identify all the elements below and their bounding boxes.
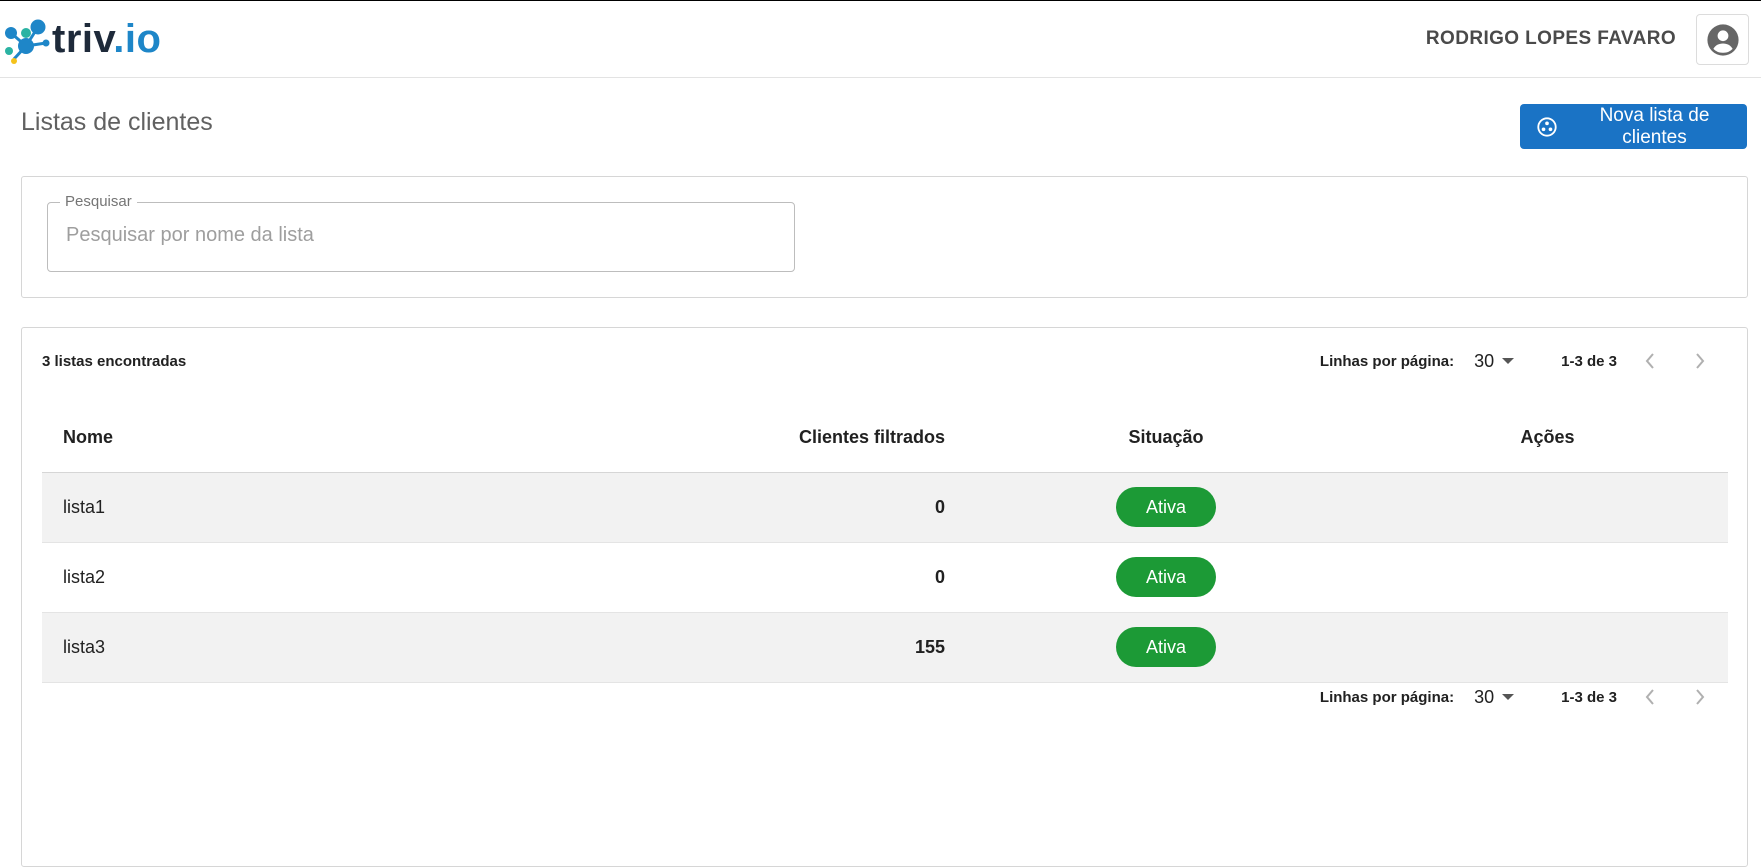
row-status-cell: Ativa: [965, 542, 1367, 613]
rows-per-page-label: Linhas por página:: [1319, 352, 1455, 370]
list-add-icon: [1536, 116, 1558, 138]
column-header-name[interactable]: Nome: [42, 403, 564, 473]
user-menu-button[interactable]: [1696, 14, 1749, 65]
chevron-left-icon: [1645, 353, 1654, 369]
search-card: Pesquisar: [21, 176, 1748, 298]
rows-per-page-label: Linhas por página:: [1319, 688, 1455, 706]
status-badge: Ativa: [1116, 557, 1216, 597]
column-header-status[interactable]: Situação: [965, 403, 1367, 473]
top-bar: triv.io RODRIGO LOPES FAVARO: [0, 0, 1761, 78]
prev-page-button[interactable]: [1633, 346, 1667, 376]
user-name: RODRIGO LOPES FAVARO: [1425, 28, 1676, 49]
page-title: Listas de clientes: [21, 108, 213, 136]
row-filtered-clients: 155: [564, 612, 965, 683]
search-input[interactable]: [64, 223, 768, 248]
row-status-cell: Ativa: [965, 612, 1367, 683]
row-filtered-clients: 0: [564, 542, 965, 613]
table-row[interactable]: lista2 0 Ativa: [42, 542, 1728, 613]
row-actions: [1367, 472, 1728, 543]
client-lists-table: Nome Clientes filtrados Situação Ações l…: [42, 403, 1728, 683]
row-name: lista3: [42, 612, 564, 683]
caret-down-icon: [1502, 693, 1515, 701]
rows-per-page-select[interactable]: 30: [1474, 350, 1515, 372]
search-field: Pesquisar: [47, 193, 795, 272]
caret-down-icon: [1502, 357, 1515, 365]
status-badge: Ativa: [1116, 487, 1216, 527]
pagination-range: 1-3 de 3: [1561, 352, 1617, 370]
chevron-right-icon: [1696, 689, 1705, 705]
next-page-button[interactable]: [1683, 682, 1717, 712]
results-count: 3 listas encontradas: [42, 353, 187, 370]
table-row[interactable]: lista3 155 Ativa: [42, 612, 1728, 683]
table-header-row: Nome Clientes filtrados Situação Ações: [42, 403, 1728, 473]
new-client-list-button[interactable]: Nova lista de clientes: [1520, 104, 1747, 149]
row-name: lista1: [42, 472, 564, 543]
pagination-range: 1-3 de 3: [1561, 688, 1617, 706]
row-actions: [1367, 542, 1728, 613]
table-row[interactable]: lista1 0 Ativa: [42, 472, 1728, 543]
column-header-actions: Ações: [1367, 403, 1728, 473]
pagination-bottom: Linhas por página: 30 1-3 de 3: [1320, 682, 1717, 712]
row-filtered-clients: 0: [564, 472, 965, 543]
row-name: lista2: [42, 542, 564, 613]
rows-per-page-value: 30: [1474, 686, 1495, 707]
brand-logo[interactable]: triv.io: [2, 13, 161, 65]
lists-table-card: 3 listas encontradas Linhas por página: …: [21, 327, 1748, 867]
rows-per-page-value: 30: [1474, 350, 1495, 371]
row-actions: [1367, 612, 1728, 683]
prev-page-button[interactable]: [1633, 682, 1667, 712]
account-circle-icon: [1706, 23, 1739, 56]
rows-per-page-select[interactable]: 30: [1474, 686, 1515, 708]
chevron-left-icon: [1645, 689, 1654, 705]
next-page-button[interactable]: [1683, 346, 1717, 376]
status-badge: Ativa: [1116, 627, 1216, 667]
pagination-top: Linhas por página: 30 1-3 de 3: [1320, 346, 1717, 376]
column-header-filtered-clients[interactable]: Clientes filtrados: [564, 403, 965, 473]
new-client-list-label: Nova lista de clientes: [1599, 104, 1710, 148]
molecule-logo-icon: [5, 19, 50, 64]
brand-wordmark-part1: triv: [52, 17, 114, 61]
row-status-cell: Ativa: [965, 472, 1367, 543]
chevron-right-icon: [1696, 353, 1705, 369]
search-label: Pesquisar: [60, 193, 137, 210]
brand-wordmark-part2: .io: [113, 17, 162, 61]
brand-wordmark: triv.io: [52, 19, 161, 59]
